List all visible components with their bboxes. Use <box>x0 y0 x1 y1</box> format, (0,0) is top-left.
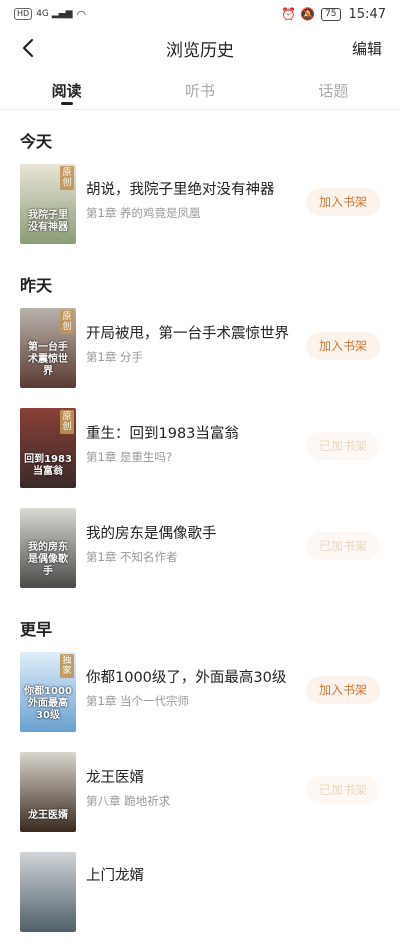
tab-bar: 阅读 听书 话题 <box>0 74 400 110</box>
book-title: 我的房东是偶像歌手 <box>86 526 217 542</box>
book-title: 龙王医婿 <box>86 770 144 786</box>
book-cover[interactable]: 我的房东是偶像歌手 <box>20 508 76 588</box>
last-read-chapter: 第1章 不知名作者 <box>86 550 178 564</box>
cover-tag-badge: 原创 <box>60 410 74 434</box>
book-cover[interactable]: 原创第一台手术震惊世界 <box>20 308 76 388</box>
history-book-item[interactable]: 上门龙婿 <box>0 844 400 944</box>
section-header: 今天 <box>20 132 53 151</box>
battery-icon: 75 <box>321 7 341 21</box>
added-to-shelf-button[interactable]: 已加书架 <box>306 532 380 560</box>
status-bar: HD 4G ▂▄▆ ◠ ⏰ 🔕 75 15:47 <box>0 0 400 28</box>
book-title: 开局被甩，第一台手术震惊世界 <box>86 326 289 342</box>
book-cover[interactable]: 原创回到1983当富翁 <box>20 408 76 488</box>
added-to-shelf-button[interactable]: 已加书架 <box>306 432 380 460</box>
last-read-chapter: 第1章 养的鸡竟是凤凰 <box>86 206 201 220</box>
page-title: 浏览历史 <box>166 40 234 61</box>
history-book-item[interactable]: 我的房东是偶像歌手 我的房东是偶像歌手 第1章 不知名作者 已加书架 <box>0 500 400 600</box>
chevron-left-icon <box>22 38 34 58</box>
cellular-signal-icon: 4G ▂▄▆ <box>36 9 73 19</box>
cover-tag-badge: 原创 <box>60 310 74 334</box>
add-to-shelf-button[interactable]: 加入书架 <box>306 332 380 360</box>
history-book-item[interactable]: 独家你都1000外面最高30级 你都1000级了，外面最高30级 第1章 当个一代宗… <box>0 644 400 744</box>
last-read-chapter: 第1章 是重生吗? <box>86 450 173 464</box>
history-list: 今天 原创 我院子里没有神器 胡说，我院子里绝对没有神器 第1章 养的鸡竟是凤凰 加入书架… <box>0 112 400 944</box>
tab-read[interactable]: 阅读 <box>0 74 133 109</box>
add-to-shelf-button[interactable]: 加入书架 <box>306 676 380 704</box>
last-read-chapter: 第八章 跪地祈求 <box>86 794 171 808</box>
status-left: HD 4G ▂▄▆ ◠ <box>14 8 86 21</box>
book-title: 你都1000级了，外面最高30级 <box>86 670 287 686</box>
wifi-icon: ◠ <box>76 7 87 21</box>
add-to-shelf-button[interactable]: 加入书架 <box>306 188 380 216</box>
tab-audiobook[interactable]: 听书 <box>133 74 266 109</box>
history-book-item[interactable]: 原创 我院子里没有神器 胡说，我院子里绝对没有神器 第1章 养的鸡竟是凤凰 加入书架 <box>0 156 400 256</box>
hd-indicator: HD <box>14 8 33 20</box>
book-cover[interactable]: 龙王医婿 <box>20 752 76 832</box>
alarm-icon: ⏰ <box>281 7 297 21</box>
last-read-chapter: 第1章 当个一代宗师 <box>86 694 189 708</box>
clock: 15:47 <box>348 6 386 22</box>
history-book-item[interactable]: 原创回到1983当富翁 重生：回到1983当富翁 第1章 是重生吗? 已加书架 <box>0 400 400 500</box>
status-right: ⏰ 🔕 75 15:47 <box>281 7 386 22</box>
cover-art-title: 第一台手术震惊世界 <box>28 342 68 377</box>
back-button[interactable] <box>16 36 40 60</box>
section-header: 昨天 <box>20 276 53 295</box>
added-to-shelf-button[interactable]: 已加书架 <box>306 776 380 804</box>
cover-art-title: 龙王医婿 <box>28 810 68 821</box>
history-book-item[interactable]: 原创 第一台手术震惊世界 开局被甩，第一台手术震惊世界 第1章 分手 加入书架 <box>0 300 400 400</box>
tab-topics[interactable]: 话题 <box>267 74 400 109</box>
cover-art-title: 你都1000外面最高30级 <box>24 686 72 721</box>
cover-tag-badge: 独家 <box>60 654 74 678</box>
mute-icon: 🔕 <box>300 7 316 21</box>
cover-art-title: 回到1983当富翁 <box>24 454 72 477</box>
book-cover[interactable] <box>20 852 76 932</box>
book-title: 上门龙婿 <box>86 868 144 884</box>
cover-art-title: 我的房东是偶像歌手 <box>28 542 68 577</box>
history-book-item[interactable]: 龙王医婿 龙王医婿 第八章 跪地祈求 已加书架 <box>0 744 400 844</box>
section-header: 更早 <box>20 620 53 639</box>
cover-tag-badge: 原创 <box>60 166 74 190</box>
book-cover[interactable]: 原创我院子里没有神器 <box>20 164 76 244</box>
edit-button[interactable]: 编辑 <box>352 38 382 59</box>
book-cover[interactable]: 独家你都1000外面最高30级 <box>20 652 76 732</box>
cover-art-title: 我院子里没有神器 <box>28 210 68 233</box>
last-read-chapter: 第1章 分手 <box>86 350 143 364</box>
book-title: 重生：回到1983当富翁 <box>86 426 239 442</box>
nav-bar: 浏览历史 编辑 <box>0 28 400 68</box>
book-title: 胡说，我院子里绝对没有神器 <box>86 182 275 198</box>
